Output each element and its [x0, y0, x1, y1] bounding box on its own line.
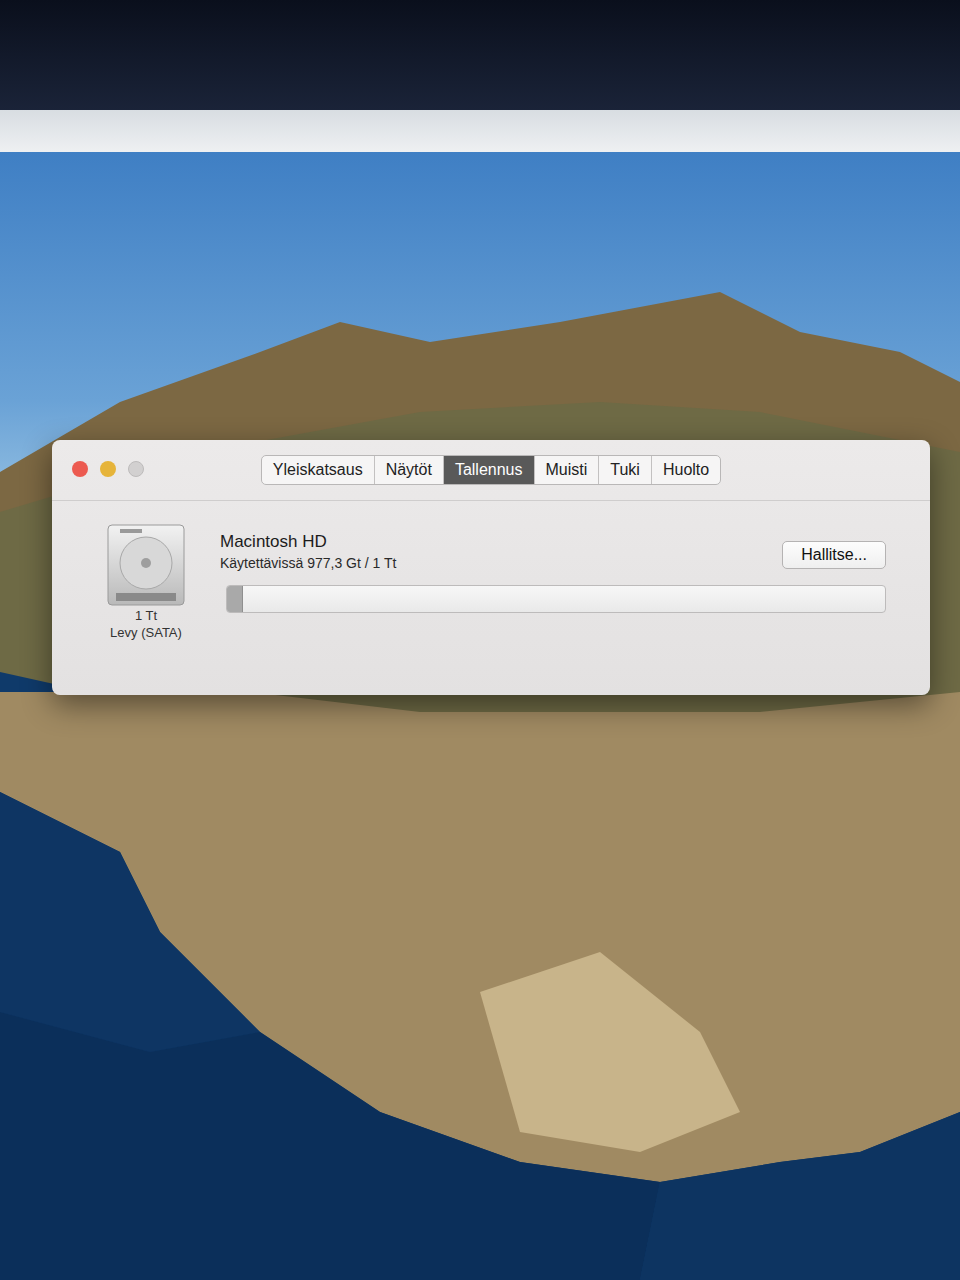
tab[interactable]: Tallennus — [443, 456, 534, 484]
storage-bar — [226, 585, 886, 613]
tab[interactable]: Huolto — [651, 456, 720, 484]
tab-bar: YleiskatsausNäytötTallennusMuistiTukiHuo… — [261, 455, 721, 485]
desktop-wallpaper — [0, 152, 960, 1280]
tab[interactable]: Muisti — [534, 456, 599, 484]
minimize-button[interactable] — [100, 461, 116, 477]
title-bar: YleiskatsausNäytötTallennusMuistiTukiHuo… — [52, 440, 930, 501]
tab[interactable]: Näytöt — [374, 456, 443, 484]
zoom-button — [128, 461, 144, 477]
disk-column: 1 TtLevy (SATA) — [96, 523, 196, 641]
window-controls — [72, 461, 144, 477]
disk-available: Käytettävissä 977,3 Gt / 1 Tt — [220, 553, 396, 573]
storage-panel: 1 TtLevy (SATA) Macintosh HDKäytettäviss… — [52, 501, 930, 665]
tab[interactable]: Yleiskatsaus — [262, 456, 374, 484]
menu-bar — [0, 110, 960, 152]
disk-header: Macintosh HDKäytettävissä 977,3 Gt / 1 T… — [220, 531, 886, 573]
wallpaper-image — [0, 152, 960, 1280]
about-this-mac-window[interactable]: YleiskatsausNäytötTallennusMuistiTukiHuo… — [52, 440, 930, 695]
disk-info: Macintosh HDKäytettävissä 977,3 Gt / 1 T… — [220, 523, 886, 641]
disk-type: Levy (SATA) — [110, 624, 182, 641]
screen: YleiskatsausNäytötTallennusMuistiTukiHuo… — [0, 0, 960, 1280]
hard-disk-icon — [104, 523, 188, 607]
manage-button[interactable]: Hallitse... — [782, 541, 886, 569]
tab[interactable]: Tuki — [598, 456, 651, 484]
storage-fill — [227, 586, 243, 612]
close-button[interactable] — [72, 461, 88, 477]
top-band — [0, 0, 960, 110]
disk-size: 1 Tt — [135, 607, 157, 624]
disk-text: Macintosh HDKäytettävissä 977,3 Gt / 1 T… — [220, 531, 396, 573]
disk-name: Macintosh HD — [220, 531, 396, 553]
